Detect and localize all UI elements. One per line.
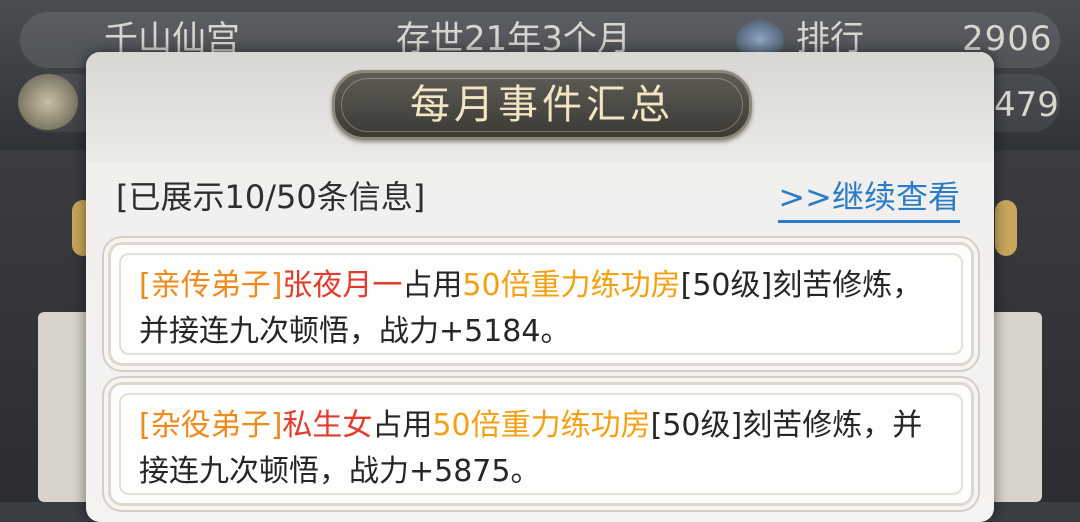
decor-ornament-right — [995, 200, 1017, 256]
event-role: [亲传弟子] — [139, 268, 283, 303]
rank-value: 2906 — [962, 19, 1053, 59]
event-disciple-name: 私生女 — [282, 408, 373, 443]
monthly-events-dialog: 每月事件汇总 [已展示10/50条信息] >>继续查看 [亲传弟子]张夜月一占用… — [86, 52, 994, 522]
event-card: [亲传弟子]张夜月一占用50倍重力练功房[50级]刻苦修炼，并接连九次顿悟，战力… — [108, 242, 974, 366]
rank-label[interactable]: 排行 — [796, 22, 864, 56]
event-action: 占用 — [402, 268, 463, 303]
continue-viewing-link[interactable]: >>继续查看 — [778, 172, 960, 223]
event-role: [杂役弟子] — [139, 408, 283, 443]
sect-name: 千山仙宫 — [104, 19, 240, 59]
secondary-value: 479 — [994, 85, 1059, 125]
dialog-title-plate: 每月事件汇总 — [332, 70, 752, 140]
shown-count-info: [已展示10/50条信息] — [116, 178, 426, 216]
background-panel-right — [990, 312, 1042, 502]
event-training-room: 50倍重力练功房 — [462, 268, 681, 303]
event-disciple-name: 张夜月一 — [282, 268, 403, 303]
sect-crest-icon — [18, 74, 78, 130]
sect-age: 存世21年3个月 — [396, 19, 631, 59]
event-text: [杂役弟子]私生女占用50倍重力练功房[50级]刻苦修炼，并接连九次顿悟，战力+… — [139, 403, 931, 495]
event-card: [杂役弟子]私生女占用50倍重力练功房[50级]刻苦修炼，并接连九次顿悟，战力+… — [108, 382, 974, 506]
event-text: [亲传弟子]张夜月一占用50倍重力练功房[50级]刻苦修炼，并接连九次顿悟，战力… — [139, 263, 931, 355]
event-action: 占用 — [372, 408, 433, 443]
dialog-title: 每月事件汇总 — [410, 82, 674, 128]
event-training-room: 50倍重力练功房 — [432, 408, 651, 443]
